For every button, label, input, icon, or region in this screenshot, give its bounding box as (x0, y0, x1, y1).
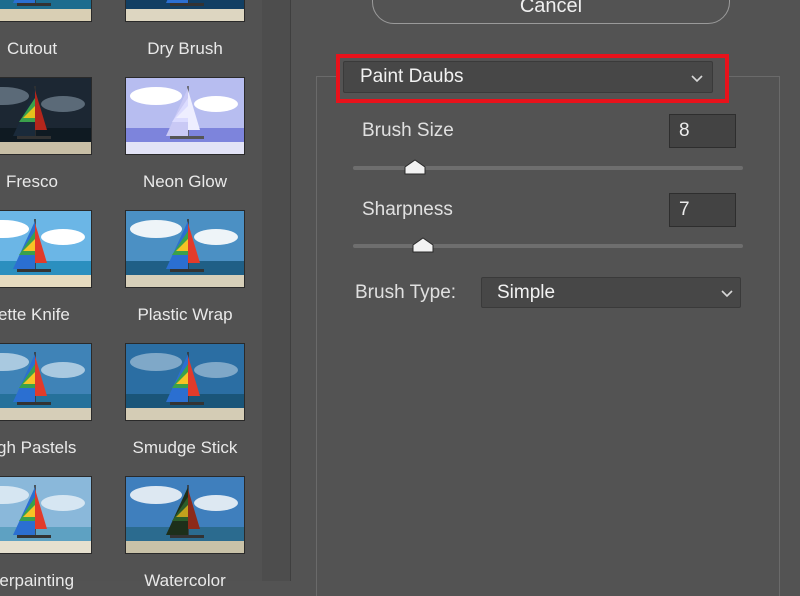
filter-thumbnail-label: Cutout (6, 39, 58, 58)
filter-thumbnail-label: derpainting (0, 571, 75, 590)
brush-size-label: Brush Size (362, 120, 454, 141)
thumbnail-image (126, 78, 244, 154)
filter-thumbnail-label: Watercolor (144, 571, 226, 590)
filter-thumbnail-label: Plastic Wrap (137, 305, 233, 324)
filter-thumbnail[interactable] (125, 343, 245, 421)
chevron-down-icon (721, 290, 733, 298)
thumbnail-image (126, 0, 244, 21)
brush-type-value: Simple (497, 282, 556, 303)
brush-size-input[interactable]: 8 (669, 114, 736, 148)
sharpness-label: Sharpness (362, 199, 453, 220)
brush-type-label: Brush Type: (355, 282, 457, 303)
filter-thumbnail-label: Dry Brush (147, 39, 223, 58)
settings-group (316, 76, 780, 596)
filter-select-value: Paint Daubs (360, 66, 464, 87)
filter-thumbnail-label: Neon Glow (142, 172, 228, 191)
thumbnail-image (126, 211, 244, 287)
filter-thumbnail[interactable] (0, 476, 92, 554)
brush-size-slider-thumb[interactable] (404, 159, 426, 175)
brush-type-select[interactable]: Simple (481, 277, 741, 308)
filter-thumbnail[interactable] (125, 0, 245, 22)
filter-thumbnail-label: Fresco (6, 172, 58, 191)
filter-thumbnail[interactable] (125, 476, 245, 554)
filter-thumbnail[interactable] (0, 343, 92, 421)
filter-thumbnail[interactable] (0, 210, 92, 288)
cancel-button[interactable]: Cancel (372, 0, 730, 24)
sharpness-slider-thumb[interactable] (412, 237, 434, 253)
filter-select[interactable]: Paint Daubs (343, 61, 713, 93)
sharpness-input[interactable]: 7 (669, 193, 736, 227)
filter-thumbnail-label: lette Knife (0, 305, 70, 324)
filter-thumbnail[interactable] (125, 77, 245, 155)
thumbnail-image (126, 477, 244, 553)
thumbnail-image (0, 78, 91, 154)
thumbnail-image (0, 344, 91, 420)
thumbnail-image (126, 344, 244, 420)
filter-thumbnail[interactable] (0, 77, 92, 155)
chevron-down-icon (691, 75, 703, 83)
filter-thumbnail[interactable] (125, 210, 245, 288)
filter-thumbnail-label: ugh Pastels (0, 438, 77, 457)
filter-gallery: Cutout Dry Brush Fresco Neon Glow lette Knif… (0, 0, 262, 590)
gallery-edge (290, 0, 291, 581)
filter-thumbnail[interactable] (0, 0, 92, 22)
filter-thumbnail-label: Smudge Stick (132, 438, 238, 457)
thumbnail-image (0, 211, 91, 287)
thumbnail-image (0, 0, 91, 21)
thumbnail-image (0, 477, 91, 553)
gallery-divider (262, 0, 290, 581)
